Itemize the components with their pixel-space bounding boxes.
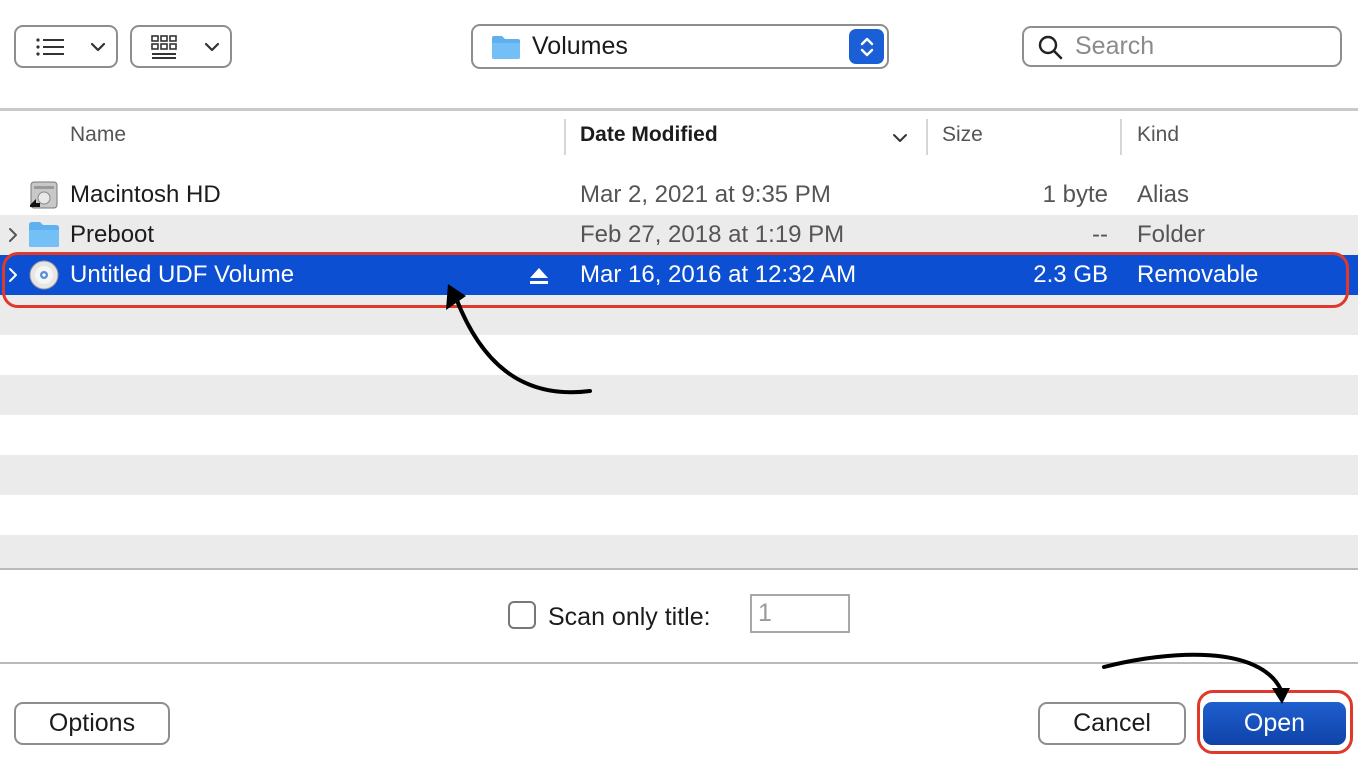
file-name: Macintosh HD: [70, 181, 221, 208]
chevron-down-icon: [90, 42, 106, 51]
column-divider[interactable]: [564, 119, 566, 155]
file-date: Feb 27, 2018 at 1:19 PM: [580, 221, 845, 248]
list-item-selected[interactable]: Untitled UDF Volume Mar 16, 2016 at 12:3…: [0, 255, 1358, 295]
list-item[interactable]: Preboot Feb 27, 2018 at 1:19 PM -- Folde…: [0, 215, 1358, 255]
column-divider[interactable]: [926, 119, 928, 155]
icon-view-menu-button[interactable]: [130, 25, 232, 68]
list-view-menu-button[interactable]: [14, 25, 118, 68]
hard-drive-icon: [30, 181, 58, 209]
scan-options: Scan only title:: [0, 570, 1358, 662]
search-field[interactable]: [1022, 26, 1342, 67]
location-stepper[interactable]: [849, 29, 884, 64]
list-item[interactable]: Macintosh HD Mar 2, 2021 at 9:35 PM 1 by…: [0, 175, 1358, 215]
disc-icon: [29, 260, 59, 290]
file-name: Untitled UDF Volume: [70, 261, 295, 288]
scan-only-title-checkbox[interactable]: [508, 601, 536, 629]
file-size: 1 byte: [1042, 181, 1108, 208]
file-kind: Folder: [1137, 221, 1206, 248]
scan-only-title-label: Scan only title:: [548, 603, 711, 631]
column-size-header[interactable]: Size: [942, 123, 983, 147]
footer-divider: [0, 662, 1358, 664]
empty-row: [0, 295, 1358, 335]
toolbar: Volumes: [0, 0, 1358, 108]
column-divider[interactable]: [1120, 119, 1122, 155]
disclosure-chevron-icon[interactable]: [6, 266, 20, 284]
eject-icon[interactable]: [527, 266, 551, 286]
location-popup[interactable]: Volumes: [471, 24, 889, 69]
column-date-header[interactable]: Date Modified: [580, 123, 718, 147]
file-date: Mar 16, 2016 at 12:32 AM: [580, 261, 857, 288]
cancel-button[interactable]: Cancel: [1038, 702, 1186, 745]
sort-chevron-icon: [893, 134, 907, 142]
file-size: --: [1092, 221, 1108, 248]
location-label: Volumes: [532, 32, 628, 60]
folder-icon: [492, 35, 520, 59]
file-name: Preboot: [70, 221, 155, 248]
folder-icon: [29, 222, 59, 247]
search-input[interactable]: [1075, 32, 1325, 61]
title-number-field[interactable]: [750, 594, 850, 633]
column-header: Name Date Modified Size Kind: [0, 111, 1358, 163]
column-kind-header[interactable]: Kind: [1137, 123, 1179, 147]
options-button[interactable]: Options: [14, 702, 170, 745]
disclosure-chevron-icon[interactable]: [6, 226, 20, 244]
empty-row: [0, 375, 1358, 415]
file-kind: Alias: [1137, 181, 1190, 208]
file-kind: Removable: [1137, 261, 1259, 288]
open-button[interactable]: Open: [1203, 702, 1346, 745]
file-size: 2.3 GB: [1033, 261, 1108, 288]
file-date: Mar 2, 2021 at 9:35 PM: [580, 181, 831, 208]
icon-grid-view-icon: [151, 34, 177, 59]
chevron-down-icon: [204, 42, 220, 51]
list-view-icon: [36, 37, 64, 56]
updown-chevron-icon: [860, 37, 873, 56]
column-name-header[interactable]: Name: [70, 123, 126, 147]
search-icon: [1038, 35, 1063, 59]
empty-row: [0, 455, 1358, 495]
